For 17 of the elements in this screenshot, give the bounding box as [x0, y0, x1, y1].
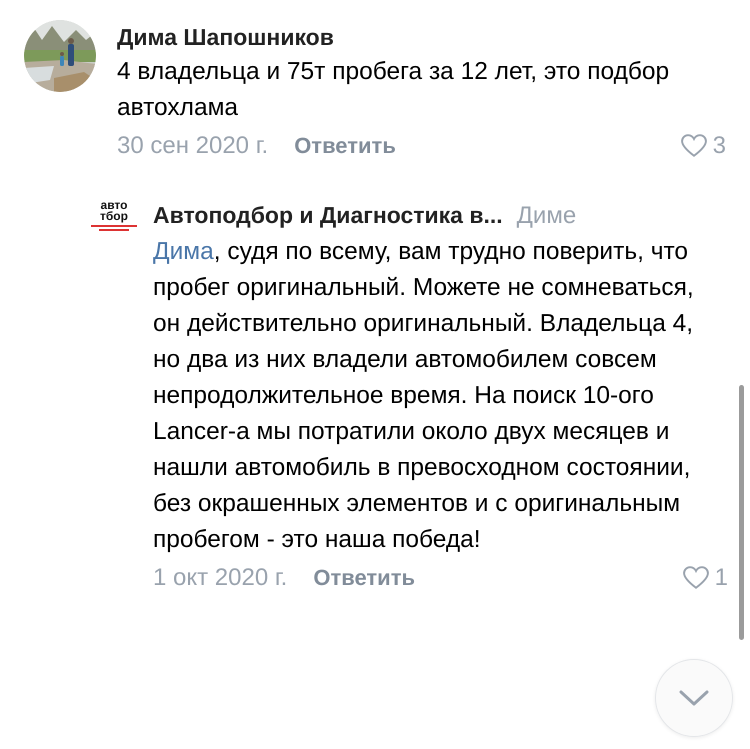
chevron-down-icon — [679, 690, 709, 706]
comment-text: 4 владельца и 75т пробега за 12 лет, это подбор автохлама — [117, 57, 670, 123]
comment-date: 30 сен 2020 г. — [117, 132, 268, 160]
heart-icon[interactable] — [682, 566, 709, 590]
comment-text: Дима, судя по всему, вам трудно поверить, что пробег оригинальный. Можете не сомневаться, он действительно оригинальный. Владельца 4, но два из них владели автомобилем совсем непродолжительное время. На поиск 10-ого Lancer-а мы потратили около двух месяцев и нашли автомобиль в превосходном состоянии, без окрашенных элементов и с оригинальным пробегом - это наша победа! — [153, 237, 695, 555]
heart-icon[interactable] — [680, 134, 707, 158]
like-count: 3 — [712, 132, 726, 160]
author-name[interactable]: Дима Шапошников — [117, 20, 726, 54]
author-name[interactable]: Автоподбор и Диагностика в... — [153, 198, 503, 232]
reply-button[interactable]: Ответить — [313, 565, 416, 591]
reply-button[interactable]: Ответить — [294, 133, 396, 159]
scrollbar[interactable] — [739, 385, 744, 640]
mention-link[interactable]: Дима — [153, 238, 214, 265]
company-logo: авто тбор — [88, 200, 140, 240]
addressee-name: Диме — [516, 201, 576, 231]
like-count: 1 — [714, 564, 728, 592]
comment-date: 1 окт 2020 г. — [153, 564, 288, 592]
